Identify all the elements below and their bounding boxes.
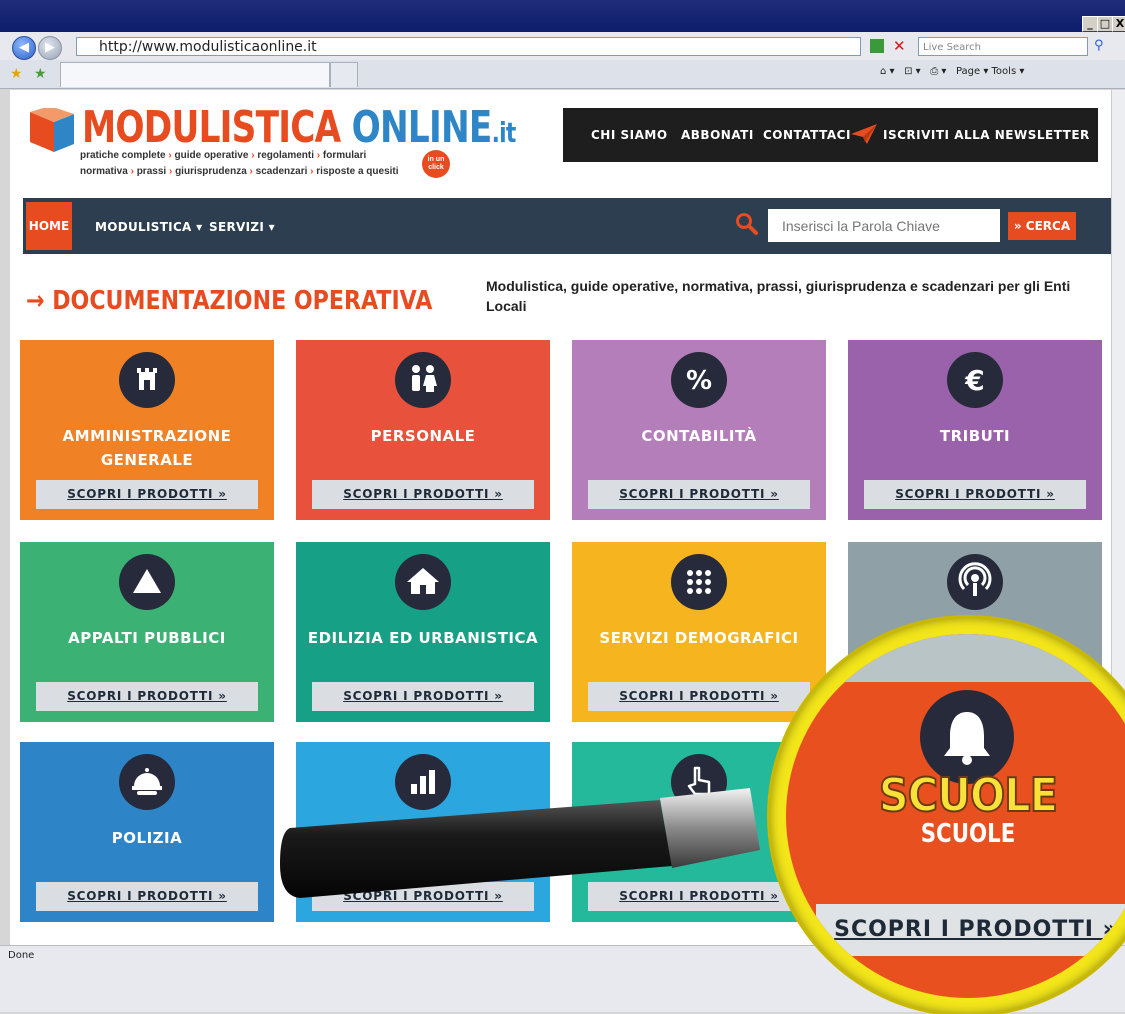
paper-plane-icon: [851, 124, 877, 144]
tile-tributi[interactable]: € TRIBUTI SCOPRI I PRODOTTI »: [848, 340, 1102, 520]
add-favorite-icon[interactable]: ★: [34, 66, 47, 82]
tower-icon: [119, 352, 175, 408]
address-input[interactable]: http://www.modulisticaonline.it: [76, 37, 861, 56]
top-nav: CHI SIAMO ABBONATI CONTATTACI ISCRIVITI …: [563, 108, 1098, 162]
stop-icon[interactable]: ✕: [893, 37, 906, 55]
nav-home[interactable]: HOME: [26, 202, 72, 250]
tile-title: APPALTI PUBBLICI: [68, 629, 226, 647]
magnified-tile-scuole[interactable]: SCUOLE SCUOLE SCOPRI I PRODOTTI »: [786, 634, 1125, 998]
favorites-star-icon[interactable]: ★: [10, 66, 23, 82]
forward-icon[interactable]: ▶: [38, 36, 62, 60]
back-icon[interactable]: ◀: [12, 36, 36, 60]
people-icon: [395, 352, 451, 408]
tile-title: AMMINISTRAZIONE GENERALE: [62, 427, 232, 469]
topnav-abbonati[interactable]: ABBONATI: [681, 128, 754, 142]
minimize-button[interactable]: _: [1082, 16, 1098, 32]
tile-edilizia-ed-urbanistica[interactable]: EDILIZIA ED URBANISTICA SCOPRI I PRODOTT…: [296, 542, 550, 722]
tile-title: EDILIZIA ED URBANISTICA: [307, 629, 539, 647]
tile-title: SERVIZI DEMOGRAFICI: [599, 629, 799, 647]
tile-cta-button[interactable]: SCOPRI I PRODOTTI »: [312, 480, 534, 509]
magnified-small-label: SCUOLE: [920, 819, 1016, 849]
tile-cta-button[interactable]: SCOPRI I PRODOTTI »: [864, 480, 1086, 509]
tile-contabilita[interactable]: % CONTABILITÀ SCOPRI I PRODOTTI »: [572, 340, 826, 520]
tile-cta-button[interactable]: SCOPRI I PRODOTTI »: [588, 480, 810, 509]
tile-cta-button[interactable]: SCOPRI I PRODOTTI »: [36, 882, 258, 911]
tile-amministrazione-generale[interactable]: AMMINISTRAZIONE GENERALE SCOPRI I PRODOT…: [20, 340, 274, 520]
euro-icon: €: [947, 352, 1003, 408]
svg-text:€: €: [964, 364, 984, 397]
topnav-chi-siamo[interactable]: CHI SIAMO: [591, 128, 668, 142]
section-description: Modulistica, guide operative, normativa,…: [486, 278, 1071, 314]
tile-servizi-demografici[interactable]: SERVIZI DEMOGRAFICI SCOPRI I PRODOTTI »: [572, 542, 826, 722]
command-bar[interactable]: ⌂ ▾ ⊡ ▾ ⎙ ▾ Page ▾ Tools ▾: [880, 66, 1024, 77]
main-nav: HOME MODULISTICA ▾ SERVIZI ▾ » CERCA: [23, 198, 1113, 254]
triangle-icon: [119, 554, 175, 610]
grid-dots-icon: [671, 554, 727, 610]
close-button[interactable]: X: [1112, 16, 1125, 32]
browser-tab-active[interactable]: [60, 62, 330, 87]
tile-cta-button[interactable]: SCOPRI I PRODOTTI »: [312, 682, 534, 711]
tile-title: PERSONALE: [370, 427, 476, 445]
site-logo[interactable]: MODULISTICA ONLINE.it: [82, 102, 516, 153]
magnified-cta-button[interactable]: SCOPRI I PRODOTTI »: [816, 904, 1125, 956]
tile-cta-button[interactable]: SCOPRI I PRODOTTI »: [36, 480, 258, 509]
new-tab-button[interactable]: [330, 62, 358, 87]
nav-servizi[interactable]: SERVIZI ▾: [209, 220, 275, 234]
magnified-tile-top: [786, 634, 1125, 682]
svg-text:%: %: [686, 366, 712, 396]
tile-title: POLIZIA: [111, 829, 183, 847]
search-input[interactable]: [768, 209, 1000, 242]
browser-search-input[interactable]: Live Search: [918, 37, 1088, 56]
tile-personale[interactable]: PERSONALE SCOPRI I PRODOTTI »: [296, 340, 550, 520]
in-un-click-badge: in un click: [422, 150, 450, 178]
house-icon: [395, 554, 451, 610]
topnav-contattaci[interactable]: CONTATTACI: [763, 128, 851, 142]
nav-modulistica[interactable]: MODULISTICA ▾: [95, 220, 202, 234]
magnifier-handle: [280, 788, 760, 898]
search-icon[interactable]: [735, 212, 759, 236]
browser-title-bar: _ □ X: [0, 0, 1125, 32]
podcast-icon: [947, 554, 1003, 610]
magnified-big-label: SCUOLE: [878, 767, 1059, 823]
browser-search-icon[interactable]: ⚲: [1094, 38, 1104, 53]
tile-title: TRIBUTI: [939, 427, 1011, 445]
percent-icon: %: [671, 352, 727, 408]
tagline-line-2: normativa › prassi › giurisprudenza › sc…: [80, 166, 399, 177]
tile-polizia[interactable]: POLIZIA SCOPRI I PRODOTTI »: [20, 742, 274, 922]
tile-cta-button[interactable]: SCOPRI I PRODOTTI »: [36, 682, 258, 711]
topnav-newsletter[interactable]: ISCRIVITI ALLA NEWSLETTER: [883, 128, 1090, 142]
maximize-button[interactable]: □: [1097, 16, 1113, 32]
helmet-icon: [119, 754, 175, 810]
search-button[interactable]: » CERCA: [1008, 212, 1076, 240]
logo-icon: [30, 108, 74, 152]
tile-cta-button[interactable]: SCOPRI I PRODOTTI »: [588, 682, 810, 711]
page-title: → DOCUMENTAZIONE OPERATIVA: [26, 286, 433, 316]
tile-title: CONTABILITÀ: [641, 427, 757, 445]
status-text: Done: [8, 950, 35, 961]
refresh-icon[interactable]: [870, 39, 884, 53]
tile-appalti-pubblici[interactable]: APPALTI PUBBLICI SCOPRI I PRODOTTI »: [20, 542, 274, 722]
tagline-line-1: pratiche complete › guide operative › re…: [80, 150, 367, 161]
